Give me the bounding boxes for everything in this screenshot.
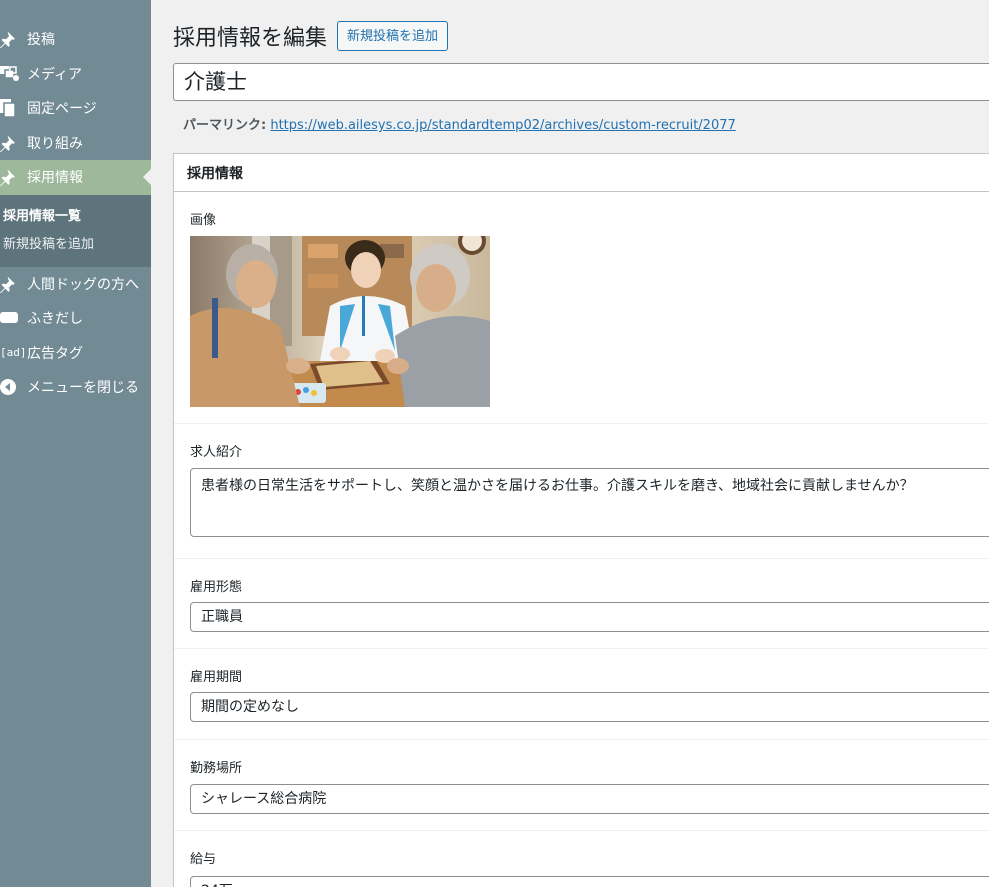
heading-row: 採用情報を編集 新規投稿を追加 (173, 20, 449, 52)
submenu-wrapper: 採用情報一覧 新規投稿を追加 (0, 194, 151, 267)
main-content: 採用情報を編集 新規投稿を追加 介護士 パーマリンク: https://web.… (151, 0, 989, 887)
add-new-post-button[interactable]: 新規投稿を追加 (337, 21, 449, 51)
intro-field: 求人紹介 患者様の日常生活をサポートし、笑顔と温かさを届けるお仕事。介護スキルを… (174, 424, 989, 559)
menu-item-collapse[interactable]: メニューを閉じる (0, 370, 151, 405)
submenu-item-recruit-list[interactable]: 採用情報一覧 (0, 203, 151, 231)
permalink: パーマリンク: https://web.ailesys.co.jp/standa… (183, 114, 736, 133)
menu-label: 固定ページ (27, 101, 97, 118)
media-icon (0, 64, 22, 84)
admin-menu: 投稿 メディア 固定ページ 取り組み 採用情報 採用情報一覧 新規投稿を追加 人… (0, 0, 151, 405)
pin-icon (0, 274, 22, 294)
employment-period-label: 雇用期間 (190, 670, 243, 685)
menu-item-health-checkup[interactable]: 人間ドッグの方へ (0, 267, 151, 302)
menu-item-media[interactable]: メディア (0, 57, 151, 92)
employment-type-field: 雇用形態 正職員 (174, 559, 989, 649)
employment-period-input[interactable]: 期間の定めなし (190, 692, 989, 722)
menu-label: メディア (27, 66, 83, 83)
ad-icon: [ad] (0, 346, 27, 360)
speech-bubble-icon (0, 308, 22, 328)
salary-input[interactable]: 24万 (190, 876, 989, 887)
intro-label: 求人紹介 (190, 445, 243, 460)
menu-label: 広告タグ (27, 345, 83, 362)
workplace-input[interactable]: シャレース総合病院 (190, 784, 989, 814)
page-icon (0, 98, 22, 118)
permalink-label: パーマリンク: (183, 118, 267, 133)
workplace-field: 勤務場所 シャレース総合病院 (174, 740, 989, 831)
intro-textarea[interactable]: 患者様の日常生活をサポートし、笑顔と温かさを届けるお仕事。介護スキルを磨き、地域… (190, 468, 989, 537)
menu-label: 人間ドッグの方へ (27, 276, 139, 293)
menu-label: メニューを閉じる (27, 380, 139, 397)
pin-icon (0, 167, 22, 187)
image-field: 画像 (174, 193, 989, 424)
featured-photo[interactable] (190, 236, 490, 407)
menu-label: 投稿 (27, 32, 55, 49)
pin-icon (0, 29, 22, 49)
menu-item-initiatives[interactable]: 取り組み (0, 126, 151, 161)
employment-type-input[interactable]: 正職員 (190, 602, 989, 632)
permalink-link[interactable]: https://web.ailesys.co.jp/standardtemp02… (270, 118, 735, 133)
metabox-title: 採用情報 (174, 154, 989, 192)
recruit-metabox: 採用情報 画像 求人紹介 患者様の日常生活をサポートし、笑顔と温かさを届けるお仕… (173, 153, 989, 887)
menu-label: ふきだし (27, 311, 83, 328)
submenu-item-add-new[interactable]: 新規投稿を追加 (0, 231, 151, 259)
submenu-recruit: 採用情報一覧 新規投稿を追加 (0, 194, 151, 267)
menu-item-posts[interactable]: 投稿 (0, 22, 151, 57)
page-title: 採用情報を編集 (173, 26, 328, 51)
pin-icon (0, 133, 22, 153)
salary-label: 給与 (190, 852, 217, 867)
employment-period-field: 雇用期間 期間の定めなし (174, 649, 989, 740)
post-title-input[interactable]: 介護士 (173, 63, 989, 101)
menu-label: 取り組み (27, 135, 83, 152)
menu-item-recruit[interactable]: 採用情報 (0, 160, 151, 195)
admin-sidebar: 投稿 メディア 固定ページ 取り組み 採用情報 採用情報一覧 新規投稿を追加 人… (0, 0, 151, 887)
menu-item-pages[interactable]: 固定ページ (0, 91, 151, 126)
menu-label: 採用情報 (27, 170, 83, 187)
salary-field: 給与 24万 (174, 831, 989, 887)
collapse-icon (0, 377, 22, 397)
employment-type-label: 雇用形態 (190, 580, 243, 595)
menu-item-ad-tags[interactable]: [ad] 広告タグ (0, 336, 151, 371)
menu-item-speech-bubble[interactable]: ふきだし (0, 301, 151, 336)
workplace-label: 勤務場所 (190, 761, 243, 776)
image-label: 画像 (190, 213, 217, 228)
